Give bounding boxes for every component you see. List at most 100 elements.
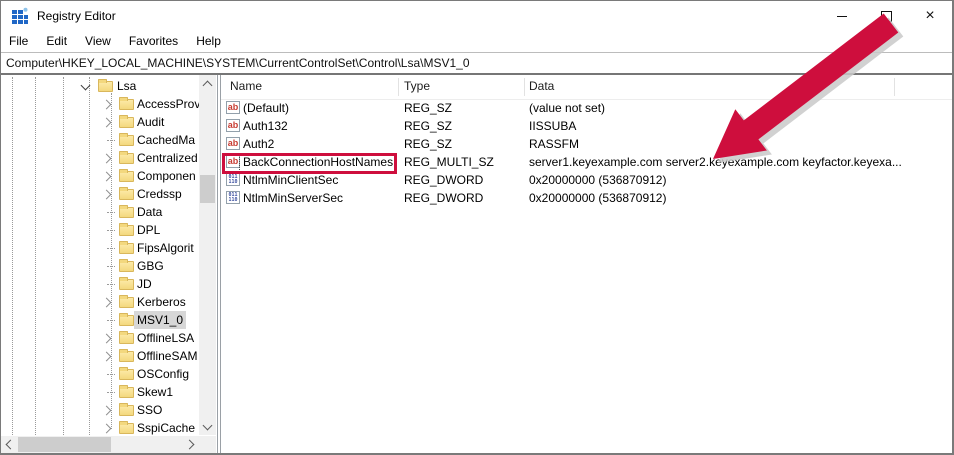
tree-item-DPL[interactable]: DPL bbox=[1, 221, 199, 239]
value-name-cell: (Default) bbox=[243, 99, 395, 117]
tree-item-label: DPL bbox=[134, 221, 163, 239]
tree-item-label: OfflineLSA bbox=[134, 329, 197, 347]
scroll-down-arrow[interactable] bbox=[199, 418, 216, 435]
registry-value-row[interactable]: (Default)abREG_SZ(value not set) bbox=[221, 99, 952, 117]
tree-item-label: Componen bbox=[134, 167, 199, 185]
tree-item-Centralized[interactable]: Centralized bbox=[1, 149, 199, 167]
chevron-right-icon[interactable] bbox=[102, 100, 112, 110]
folder-icon bbox=[119, 387, 134, 398]
folder-icon bbox=[119, 333, 134, 344]
menu-edit[interactable]: Edit bbox=[37, 31, 76, 52]
tree-item-OfflineLSA[interactable]: OfflineLSA bbox=[1, 329, 199, 347]
chevron-right-icon[interactable] bbox=[102, 154, 112, 164]
values-pane: Name Type Data (Default)abREG_SZ(value n… bbox=[220, 75, 952, 453]
scroll-right-arrow[interactable] bbox=[182, 436, 199, 453]
tree-item-Componen[interactable]: Componen bbox=[1, 167, 199, 185]
tree-item-AccessProv[interactable]: AccessProv bbox=[1, 95, 199, 113]
maximize-icon bbox=[881, 11, 892, 22]
chevron-right-icon[interactable] bbox=[102, 298, 112, 308]
tree-item-Credssp[interactable]: Credssp bbox=[1, 185, 199, 203]
tree-connector bbox=[107, 284, 115, 285]
maximize-button[interactable] bbox=[864, 1, 908, 31]
address-bar[interactable]: Computer\HKEY_LOCAL_MACHINE\SYSTEM\Curre… bbox=[1, 52, 952, 75]
value-type-cell: REG_SZ bbox=[404, 117, 519, 135]
tree-item-Skew1[interactable]: Skew1 bbox=[1, 383, 199, 401]
tree-item-label: Centralized bbox=[134, 149, 199, 167]
minimize-button[interactable] bbox=[820, 1, 864, 31]
registry-value-row[interactable]: Auth2abREG_SZRASSFM bbox=[221, 135, 952, 153]
chevron-down-icon[interactable] bbox=[81, 81, 91, 91]
registry-value-row[interactable]: NtlmMinServerSec011110REG_DWORD0x2000000… bbox=[221, 189, 952, 207]
folder-icon bbox=[119, 189, 134, 200]
tree-vscroll-thumb[interactable] bbox=[200, 175, 215, 203]
tree-item-label: Kerberos bbox=[134, 293, 189, 311]
tree-item-JD[interactable]: JD bbox=[1, 275, 199, 293]
scroll-left-arrow[interactable] bbox=[1, 436, 18, 453]
folder-icon bbox=[119, 405, 134, 416]
folder-icon bbox=[119, 225, 134, 236]
tree-item-Audit[interactable]: Audit bbox=[1, 113, 199, 131]
folder-icon bbox=[119, 135, 134, 146]
annotation-highlight-box bbox=[222, 153, 397, 174]
column-header-type[interactable]: Type bbox=[404, 75, 430, 98]
tree-item-GBG[interactable]: GBG bbox=[1, 257, 199, 275]
folder-icon bbox=[119, 279, 134, 290]
dword-value-icon: 011110 bbox=[226, 173, 240, 186]
column-header-data[interactable]: Data bbox=[529, 75, 554, 98]
menu-help[interactable]: Help bbox=[187, 31, 230, 52]
chevron-right-icon[interactable] bbox=[102, 424, 112, 434]
tree-item-FipsAlgorit[interactable]: FipsAlgorit bbox=[1, 239, 199, 257]
chevron-right-icon[interactable] bbox=[102, 406, 112, 416]
tree-connector bbox=[107, 140, 115, 141]
chevron-right-icon[interactable] bbox=[102, 118, 112, 128]
close-button[interactable]: × bbox=[908, 1, 952, 31]
value-data-cell: 0x20000000 (536870912) bbox=[529, 189, 949, 207]
tree-item-label: SspiCache bbox=[134, 419, 198, 435]
tree-item-label: Data bbox=[134, 203, 165, 221]
value-type-cell: REG_SZ bbox=[404, 135, 519, 153]
menu-favorites[interactable]: Favorites bbox=[120, 31, 187, 52]
tree-item-label: Skew1 bbox=[134, 383, 176, 401]
pane-splitter[interactable] bbox=[217, 75, 218, 453]
column-divider[interactable] bbox=[524, 78, 525, 96]
tree-connector bbox=[107, 320, 115, 321]
menu-file[interactable]: File bbox=[1, 31, 37, 52]
tree-item-Kerberos[interactable]: Kerberos bbox=[1, 293, 199, 311]
column-divider[interactable] bbox=[398, 78, 399, 96]
tree-hscroll-thumb[interactable] bbox=[18, 437, 111, 452]
tree-item-label: OSConfig bbox=[134, 365, 192, 383]
tree-item-CachedMa[interactable]: CachedMa bbox=[1, 131, 199, 149]
tree-connector bbox=[107, 392, 115, 393]
chevron-right-icon[interactable] bbox=[102, 190, 112, 200]
tree-item-Lsa[interactable]: Lsa bbox=[1, 77, 199, 95]
folder-icon bbox=[119, 369, 134, 380]
tree-item-MSV1_0[interactable]: MSV1_0 bbox=[1, 311, 199, 329]
chevron-right-icon bbox=[185, 440, 195, 450]
menu-view[interactable]: View bbox=[76, 31, 120, 52]
folder-icon bbox=[119, 153, 134, 164]
chevron-right-icon[interactable] bbox=[102, 172, 112, 182]
tree-connector bbox=[107, 248, 115, 249]
scroll-up-arrow[interactable] bbox=[199, 75, 216, 92]
chevron-right-icon[interactable] bbox=[102, 352, 112, 362]
tree-item-SspiCache[interactable]: SspiCache bbox=[1, 419, 199, 435]
value-data-cell: server1.keyexample.com server2.keyexampl… bbox=[529, 153, 949, 171]
tree-vertical-scrollbar[interactable] bbox=[199, 75, 216, 435]
tree-item-label: AccessProv bbox=[134, 95, 199, 113]
column-header-name[interactable]: Name bbox=[230, 75, 262, 98]
tree-horizontal-scrollbar[interactable] bbox=[1, 436, 199, 453]
chevron-right-icon[interactable] bbox=[102, 334, 112, 344]
folder-icon bbox=[119, 351, 134, 362]
tree-item-OSConfig[interactable]: OSConfig bbox=[1, 365, 199, 383]
value-data-cell: RASSFM bbox=[529, 135, 949, 153]
tree-item-SSO[interactable]: SSO bbox=[1, 401, 199, 419]
folder-icon bbox=[119, 261, 134, 272]
registry-value-row[interactable]: Auth132abREG_SZIISSUBA bbox=[221, 117, 952, 135]
string-value-icon: ab bbox=[226, 101, 240, 114]
tree-item-Data[interactable]: Data bbox=[1, 203, 199, 221]
tree-item-label: GBG bbox=[134, 257, 167, 275]
column-divider[interactable] bbox=[894, 78, 895, 96]
tree-item-OfflineSAM[interactable]: OfflineSAM bbox=[1, 347, 199, 365]
tree-item-label: Audit bbox=[134, 113, 167, 131]
value-type-cell: REG_DWORD bbox=[404, 171, 519, 189]
